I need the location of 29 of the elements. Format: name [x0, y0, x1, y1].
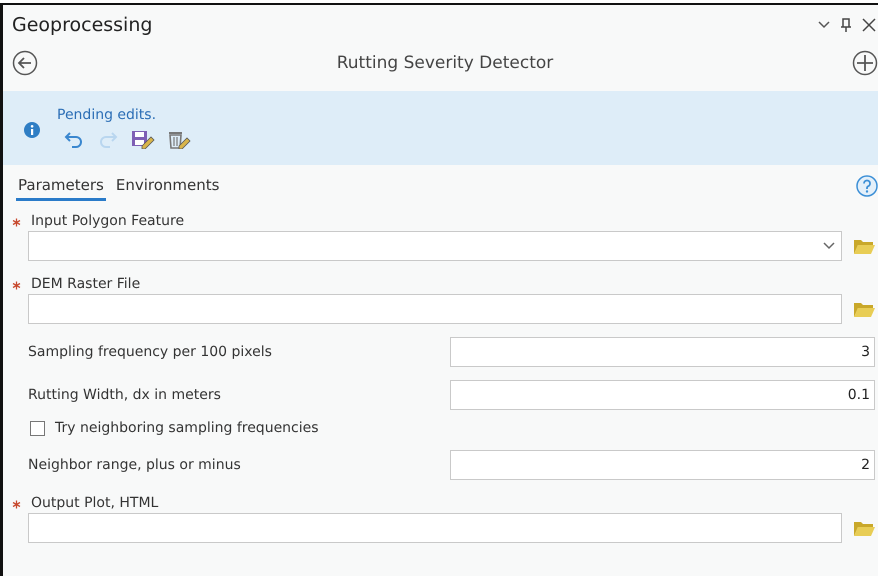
message-text: Pending edits.: [57, 107, 158, 123]
checkbox[interactable]: [30, 420, 45, 436]
field-label: Sampling frequency per 100 pixels: [28, 344, 272, 360]
field-label: Rutting Width, dx in meters: [28, 387, 221, 403]
input-field[interactable]: [28, 513, 842, 543]
trash-edit-icon[interactable]: [167, 129, 191, 149]
input-field[interactable]: 0.1: [450, 380, 875, 410]
add-icon[interactable]: [852, 50, 878, 76]
dropdown-field[interactable]: [28, 231, 842, 261]
input-field[interactable]: 3: [450, 337, 875, 367]
pin-icon[interactable]: [841, 18, 851, 32]
pane-title: Geoprocessing: [12, 14, 154, 36]
field-label: Output Plot, HTML: [31, 495, 158, 511]
tab[interactable]: Parameters: [16, 176, 106, 201]
back-icon[interactable]: [12, 50, 38, 76]
chevron-down-icon[interactable]: [823, 242, 835, 250]
chevron-down-icon[interactable]: [818, 21, 830, 29]
checkbox-label: Try neighboring sampling frequencies: [55, 420, 319, 436]
field-label: Input Polygon Feature: [31, 213, 184, 229]
close-icon[interactable]: [862, 18, 876, 32]
save-edits-icon[interactable]: [131, 129, 155, 149]
help-icon[interactable]: [856, 175, 878, 197]
field-label: Neighbor range, plus or minus: [28, 457, 241, 473]
field-label: DEM Raster File: [31, 276, 140, 292]
info-icon: [24, 122, 40, 138]
input-field[interactable]: 2: [450, 450, 875, 480]
tab[interactable]: Environments: [114, 176, 222, 201]
tool-title: Rutting Severity Detector: [336, 53, 554, 73]
input-field[interactable]: [28, 294, 842, 324]
